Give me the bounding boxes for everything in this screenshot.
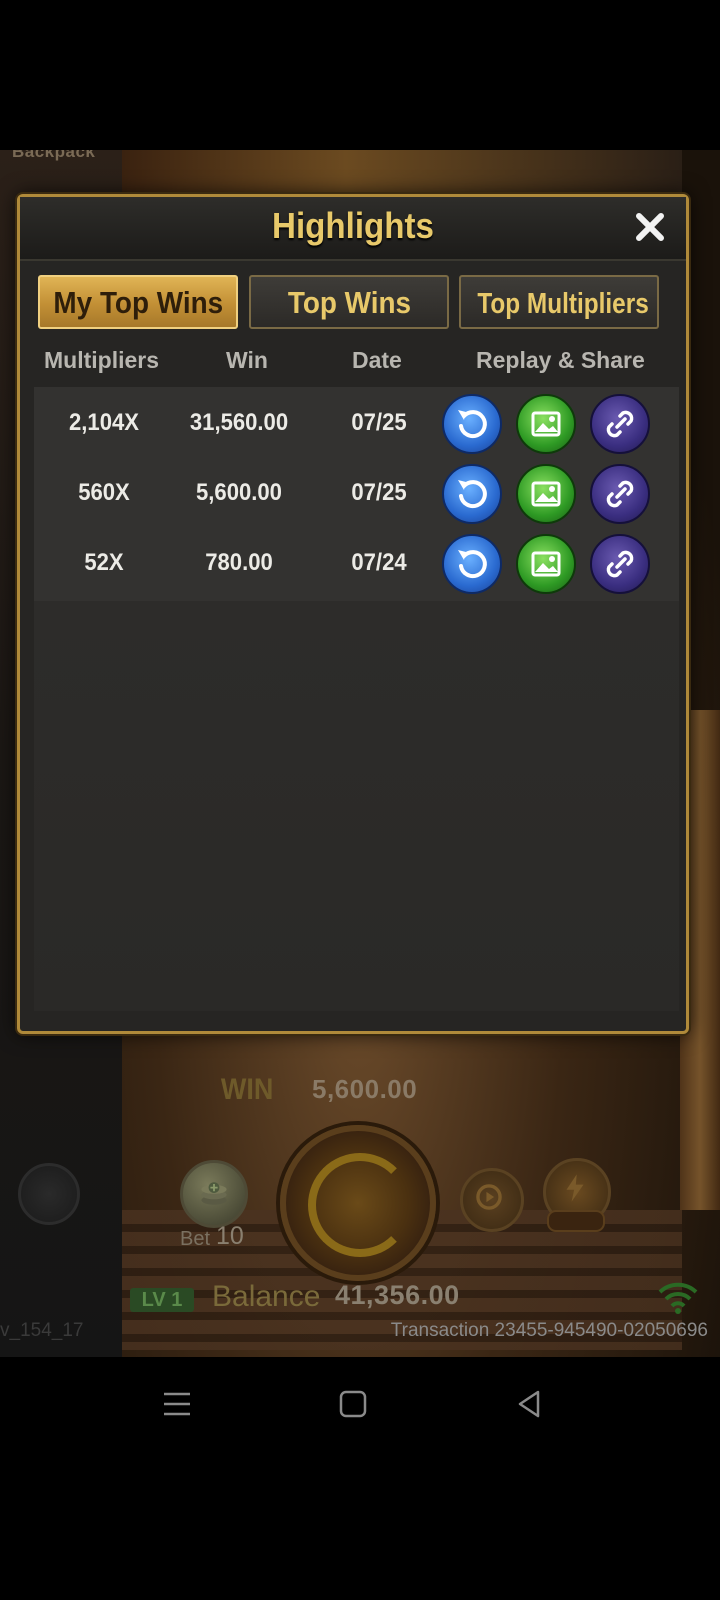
- image-icon: [531, 411, 561, 437]
- tab-my-top-wins[interactable]: My Top Wins: [38, 275, 238, 329]
- link-icon: [606, 480, 634, 508]
- replay-button[interactable]: [442, 534, 502, 594]
- win-cell: 31,560.00: [189, 409, 289, 436]
- back-icon[interactable]: [512, 1387, 546, 1421]
- share-link-button[interactable]: [590, 394, 650, 454]
- share-image-button[interactable]: [516, 534, 576, 594]
- table-row: 560X 5,600.00 07/25: [34, 459, 679, 529]
- version-code: v_154_17: [0, 1320, 84, 1341]
- share-link-button[interactable]: [590, 534, 650, 594]
- multiplier-cell: 2,104X: [68, 409, 139, 436]
- highlights-tabs: My Top Wins Top Wins Top Multipliers: [38, 275, 668, 331]
- spin-button[interactable]: [280, 1125, 436, 1281]
- home-icon[interactable]: [336, 1387, 370, 1421]
- replay-icon: [458, 550, 487, 579]
- turbo-toggle[interactable]: [547, 1210, 605, 1232]
- table-row: 52X 780.00 07/24: [34, 529, 679, 599]
- wins-table: 2,104X 31,560.00 07/25 560X 5,600.00 07/…: [34, 387, 679, 601]
- link-icon: [606, 550, 634, 578]
- highlights-dialog: Highlights My Top Wins Top Wins Top Mult…: [17, 194, 689, 1034]
- bet-button[interactable]: [180, 1160, 248, 1228]
- share-image-button[interactable]: [516, 394, 576, 454]
- multiplier-cell: 52X: [84, 549, 124, 576]
- win-cell: 5,600.00: [196, 479, 282, 506]
- level-badge: LV 1: [130, 1288, 194, 1312]
- dialog-header: Highlights: [20, 197, 686, 261]
- date-cell: 07/24: [351, 549, 407, 576]
- share-link-button[interactable]: [590, 464, 650, 524]
- win-value: 5,600.00: [312, 1074, 418, 1104]
- date-cell: 07/25: [351, 479, 407, 506]
- tab-top-multipliers[interactable]: Top Multipliers: [459, 275, 659, 329]
- replay-icon: [458, 410, 487, 439]
- autoplay-button[interactable]: [460, 1168, 524, 1232]
- column-multipliers: Multipliers: [44, 347, 160, 373]
- spin-arrow-icon: [308, 1153, 412, 1257]
- column-date: Date: [352, 347, 402, 373]
- dialog-title: Highlights: [272, 205, 434, 246]
- replay-button[interactable]: [442, 464, 502, 524]
- win-cell: 780.00: [205, 549, 273, 576]
- transaction-id: Transaction 23455-945490-02050696: [390, 1320, 708, 1341]
- empty-list-area: [34, 601, 679, 1011]
- share-image-button[interactable]: [516, 464, 576, 524]
- table-row: 2,104X 31,560.00 07/25: [34, 389, 679, 459]
- settings-button[interactable]: [18, 1163, 80, 1225]
- coin-stack-icon: [201, 1182, 227, 1205]
- menu-icon[interactable]: [160, 1387, 194, 1421]
- image-icon: [531, 551, 561, 577]
- system-navigation-bar: [0, 1357, 720, 1447]
- image-icon: [531, 481, 561, 507]
- autoplay-icon: [476, 1184, 502, 1210]
- wifi-icon: [658, 1282, 698, 1314]
- close-icon[interactable]: [630, 207, 670, 247]
- balance-value: 41,356.00: [335, 1280, 460, 1310]
- replay-button[interactable]: [442, 394, 502, 454]
- bet-value: 10: [216, 1222, 244, 1250]
- column-win: Win: [226, 347, 268, 373]
- link-icon: [606, 410, 634, 438]
- lightning-icon: [566, 1174, 584, 1202]
- win-label: WIN: [220, 1073, 274, 1106]
- balance-label: Balance: [212, 1280, 321, 1313]
- replay-icon: [458, 480, 487, 509]
- table-header: Multipliers Win Date Replay & Share: [36, 347, 676, 387]
- backpack-label: Backpack: [12, 150, 96, 161]
- tab-top-wins[interactable]: Top Wins: [249, 275, 449, 329]
- column-replay-share: Replay & Share: [476, 347, 645, 373]
- bet-label: Bet: [180, 1228, 211, 1250]
- multiplier-cell: 560X: [78, 479, 130, 506]
- date-cell: 07/25: [351, 409, 407, 436]
